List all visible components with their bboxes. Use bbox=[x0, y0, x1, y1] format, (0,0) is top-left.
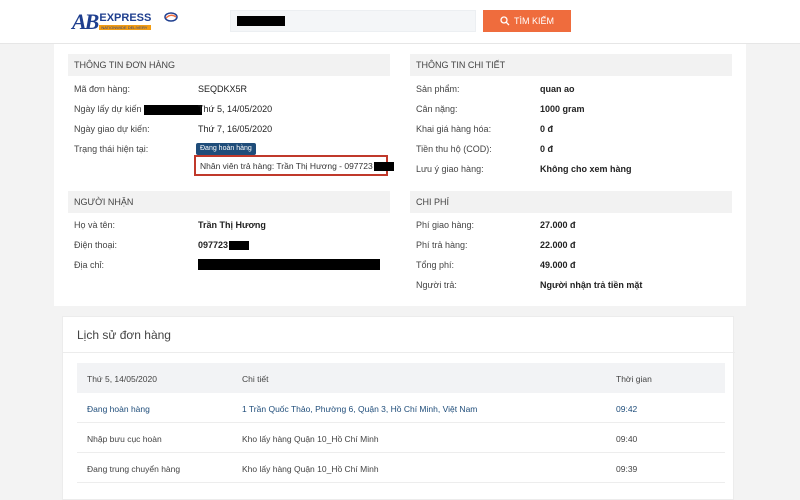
redacted-block bbox=[229, 241, 250, 251]
payer-value: Người nhận trả tiền mặt bbox=[540, 280, 643, 290]
product-label: Sản phẩm: bbox=[416, 84, 460, 94]
history-status: Đang trung chuyển hàng bbox=[87, 464, 181, 474]
redacted-block bbox=[373, 162, 394, 172]
history-status: Đang hoàn hàng bbox=[87, 404, 150, 414]
history-status: Nhập bưu cục hoàn bbox=[87, 434, 162, 444]
cod-value: 0 đ bbox=[540, 144, 554, 154]
history-detail: Kho lấy hàng Quận 10_Hồ Chí Minh bbox=[242, 434, 379, 444]
order-info-title: THÔNG TIN ĐƠN HÀNG bbox=[68, 54, 390, 76]
returner-highlight-box: Nhân viên trả hàng: Trần Thị Hương - 097… bbox=[194, 155, 394, 176]
receiver-address-value bbox=[198, 259, 380, 271]
history-detail: 1 Trần Quốc Thảo, Phường 6, Quận 3, Hồ C… bbox=[242, 404, 478, 414]
order-history-card: Lịch sử đơn hàng Thứ 5, 14/05/2020 Chi t… bbox=[62, 316, 735, 500]
receiver-name-value: Trần Thị Hương bbox=[198, 220, 266, 230]
history-date-header: Thứ 5, 14/05/2020 bbox=[87, 374, 157, 384]
shipping-fee-value: 27.000 đ bbox=[540, 220, 576, 230]
history-detail: Kho lấy hàng Quận 10_Hồ Chí Minh bbox=[242, 464, 379, 474]
history-time: 09:40 bbox=[616, 434, 638, 444]
return-fee-value: 22.000 đ bbox=[540, 240, 576, 250]
cod-label: Tiền thu hộ (COD): bbox=[416, 144, 492, 154]
delivery-date-label: Ngày giao dự kiến: bbox=[74, 124, 150, 134]
order-code-value: SEQDKX5R bbox=[198, 84, 248, 94]
divider bbox=[63, 352, 735, 353]
history-detail-header: Chi tiết bbox=[242, 374, 269, 384]
total-fee-label: Tổng phí: bbox=[416, 260, 455, 270]
weight-value: 1000 gram bbox=[540, 104, 585, 114]
delivery-note-label: Lưu ý giao hàng: bbox=[416, 164, 484, 174]
redacted-block bbox=[143, 104, 202, 115]
receiver-name-label: Họ và tên: bbox=[74, 220, 116, 230]
shipping-fee-label: Phí giao hàng: bbox=[416, 220, 475, 230]
weight-label: Cân nặng: bbox=[416, 104, 458, 114]
pickup-date-value: Thứ 5, 14/05/2020 bbox=[198, 104, 273, 114]
logo-mark: AB bbox=[72, 9, 99, 34]
logo-tagline: NATIONWIDE DELIVERY bbox=[99, 25, 152, 30]
receiver-address-label: Địa chỉ: bbox=[74, 260, 105, 270]
detail-info-title: THÔNG TIN CHI TIẾT bbox=[410, 54, 732, 76]
search-button[interactable]: TÌM KIẾM bbox=[483, 10, 571, 32]
logo-swoosh-icon bbox=[164, 12, 178, 22]
cost-title: CHI PHÍ bbox=[410, 191, 732, 213]
history-time-header: Thời gian bbox=[616, 374, 652, 384]
receiver-phone-value: 097723 bbox=[198, 240, 250, 251]
delivery-note-value: Không cho xem hàng bbox=[540, 164, 632, 174]
receiver-title: NGƯỜI NHẬN bbox=[68, 191, 390, 213]
history-title: Lịch sử đơn hàng bbox=[77, 328, 171, 342]
search-input[interactable] bbox=[230, 10, 476, 32]
payer-label: Người trả: bbox=[416, 280, 457, 290]
logo-wordmark: EXPRESS NATIONWIDE DELIVERY bbox=[99, 12, 152, 30]
current-status-label: Trạng thái hiện tại: bbox=[74, 144, 149, 154]
receiver-phone-label: Điện thoại: bbox=[74, 240, 118, 250]
product-value: quan ao bbox=[540, 84, 575, 94]
site-header: AB EXPRESS NATIONWIDE DELIVERY TÌM KIẾM bbox=[0, 0, 800, 44]
delivery-date-value: Thứ 7, 16/05/2020 bbox=[198, 124, 273, 134]
redacted-block bbox=[198, 259, 380, 271]
status-badge: Đang hoàn hàng bbox=[196, 143, 256, 155]
order-summary-card: THÔNG TIN ĐƠN HÀNG Mã đơn hàng: SEQDKX5R… bbox=[54, 44, 746, 306]
history-table-header: Thứ 5, 14/05/2020 Chi tiết Thời gian bbox=[77, 363, 725, 393]
history-time: 09:42 bbox=[616, 404, 638, 414]
returner-info: Nhân viên trả hàng: Trần Thị Hương - 097… bbox=[200, 161, 394, 172]
declared-value-label: Khai giá hàng hóa: bbox=[416, 124, 492, 134]
logo-express-text: EXPRESS bbox=[99, 12, 152, 24]
redacted-tracking-code bbox=[237, 16, 285, 26]
search-button-label: TÌM KIẾM bbox=[514, 16, 554, 26]
history-row: Đang trung chuyển hàng Kho lấy hàng Quận… bbox=[77, 453, 725, 483]
search-icon bbox=[500, 16, 510, 26]
return-fee-label: Phí trả hàng: bbox=[416, 240, 468, 250]
order-code-label: Mã đơn hàng: bbox=[74, 84, 130, 94]
history-row: Nhập bưu cục hoàn Kho lấy hàng Quận 10_H… bbox=[77, 423, 725, 453]
declared-value-value: 0 đ bbox=[540, 124, 554, 134]
pickup-date-label: Ngày lấy dự kiến bbox=[74, 104, 202, 115]
history-row: Đang hoàn hàng 1 Trần Quốc Thảo, Phường … bbox=[77, 393, 725, 423]
ab-express-logo[interactable]: AB EXPRESS NATIONWIDE DELIVERY bbox=[72, 9, 178, 34]
total-fee-value: 49.000 đ bbox=[540, 260, 576, 270]
history-time: 09:39 bbox=[616, 464, 638, 474]
